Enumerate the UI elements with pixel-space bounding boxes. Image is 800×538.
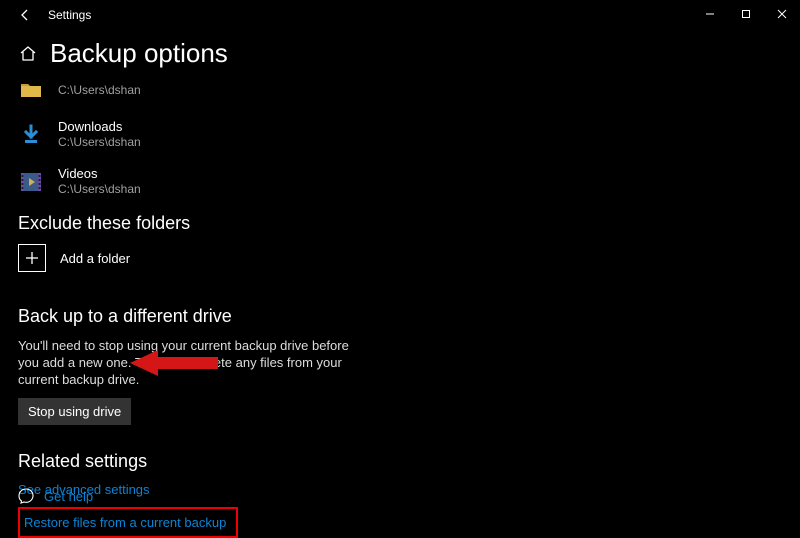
add-folder-label: Add a folder [60,251,130,266]
add-folder-button[interactable]: Add a folder [18,244,800,272]
folder-path: C:\Users\dshan [58,83,141,98]
content-area: C:\Users\dshan Downloads C:\Users\dshan … [0,69,800,538]
maximize-button[interactable] [728,0,764,28]
minimize-button[interactable] [692,0,728,28]
page-header: Backup options [0,38,800,69]
folder-text: Videos C:\Users\dshan [58,166,141,197]
related-heading: Related settings [18,451,800,472]
folder-name: Downloads [58,119,141,135]
different-drive-heading: Back up to a different drive [18,306,800,327]
window-controls [692,0,800,28]
folder-text: C:\Users\dshan [58,83,141,98]
home-icon [19,45,37,63]
arrow-left-icon [18,8,32,22]
home-button[interactable] [18,45,38,63]
folder-path: C:\Users\dshan [58,135,141,150]
folder-icon [18,77,44,103]
folder-item[interactable]: Videos C:\Users\dshan [18,166,800,197]
folder-text: Downloads C:\Users\dshan [58,119,141,150]
restore-highlight: Restore files from a current backup [18,507,238,538]
get-help-link[interactable]: Get help [44,489,93,504]
help-icon [18,488,34,504]
window-title: Settings [48,8,91,22]
page-title: Backup options [50,38,228,69]
close-button[interactable] [764,0,800,28]
maximize-icon [741,9,751,19]
restore-files-link[interactable]: Restore files from a current backup [24,515,226,530]
exclude-heading: Exclude these folders [18,213,800,234]
get-help-row[interactable]: Get help [18,488,93,504]
back-button[interactable] [10,0,40,30]
video-icon [18,169,44,195]
folder-item[interactable]: C:\Users\dshan [18,77,800,103]
folder-path: C:\Users\dshan [58,182,141,197]
plus-icon [18,244,46,272]
stop-using-drive-button[interactable]: Stop using drive [18,398,131,425]
download-icon [18,122,44,148]
folder-name: Videos [58,166,141,182]
folder-item[interactable]: Downloads C:\Users\dshan [18,119,800,150]
titlebar: Settings [0,0,800,30]
different-drive-description: You'll need to stop using your current b… [18,337,358,388]
close-icon [777,9,787,19]
minimize-icon [705,9,715,19]
